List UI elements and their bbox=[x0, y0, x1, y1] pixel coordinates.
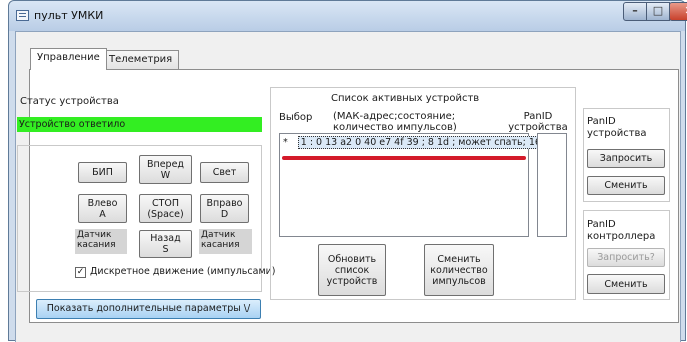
discrete-movement-label: Дискретное движение (импульсами) bbox=[90, 266, 276, 277]
forward-button[interactable]: Вперед W bbox=[139, 155, 192, 184]
column-panid: PanID устройства bbox=[508, 111, 568, 133]
stop-button[interactable]: СТОП (Space) bbox=[139, 194, 192, 223]
device-list[interactable]: * 1 : 0 13 a2 0 40 e7 4f 39 ; 8 1d ; може… bbox=[279, 133, 563, 237]
row-text: 1 : 0 13 a2 0 40 e7 4f 39 ; 8 1d ; может… bbox=[297, 136, 563, 149]
app-icon bbox=[16, 10, 29, 21]
change-pulses-button[interactable]: Сменить количество импульсов bbox=[424, 244, 494, 296]
refresh-list-button[interactable]: Обновить список устройств bbox=[318, 244, 386, 296]
maximize-icon[interactable]: □ bbox=[646, 2, 670, 21]
status-indicator: Устройство ответило bbox=[17, 117, 262, 132]
close-icon[interactable]: ✕ bbox=[669, 2, 687, 21]
red-underline-annotation bbox=[282, 156, 526, 160]
show-params-button[interactable]: Показать дополнительные параметры \/ bbox=[36, 299, 261, 319]
device-panid-label: PanID устройства bbox=[587, 116, 647, 139]
panid-list[interactable] bbox=[537, 133, 567, 237]
beep-button[interactable]: БИП bbox=[78, 162, 127, 183]
device-list-title: Список активных устройств bbox=[331, 93, 480, 104]
controller-panid-label: PanID контроллера bbox=[587, 219, 656, 242]
tab-control[interactable]: Управление bbox=[30, 48, 107, 70]
controller-panid-request-button: Запросить? bbox=[587, 248, 665, 267]
left-button[interactable]: Влево A bbox=[78, 194, 127, 223]
light-button[interactable]: Свет bbox=[200, 162, 249, 183]
status-label: Статус устройства bbox=[20, 96, 119, 107]
minimize-icon[interactable]: – bbox=[623, 2, 647, 21]
controller-panid-change-button[interactable]: Сменить bbox=[587, 274, 665, 294]
touch-sensor-left: Датчик касания bbox=[75, 229, 127, 254]
back-button[interactable]: Назад S bbox=[139, 230, 192, 258]
column-description: (МАК-адрес;состояние; количество импульс… bbox=[333, 111, 457, 133]
device-panid-change-button[interactable]: Сменить bbox=[587, 176, 665, 195]
device-panid-request-button[interactable]: Запросить bbox=[587, 149, 665, 168]
column-select: Выбор bbox=[279, 112, 313, 123]
discrete-movement-checkbox[interactable]: ✓ bbox=[75, 267, 86, 278]
tab-telemetry[interactable]: Телеметрия bbox=[102, 50, 180, 70]
row-marker: * bbox=[283, 137, 288, 148]
list-item[interactable]: * 1 : 0 13 a2 0 40 e7 4f 39 ; 8 1d ; може… bbox=[283, 136, 563, 149]
window-title: пульт УМКИ bbox=[34, 9, 104, 22]
right-button[interactable]: Вправо D bbox=[200, 194, 249, 223]
title-bar[interactable]: пульт УМКИ – □ ✕ bbox=[9, 1, 687, 31]
touch-sensor-right: Датчик касания bbox=[199, 229, 252, 254]
